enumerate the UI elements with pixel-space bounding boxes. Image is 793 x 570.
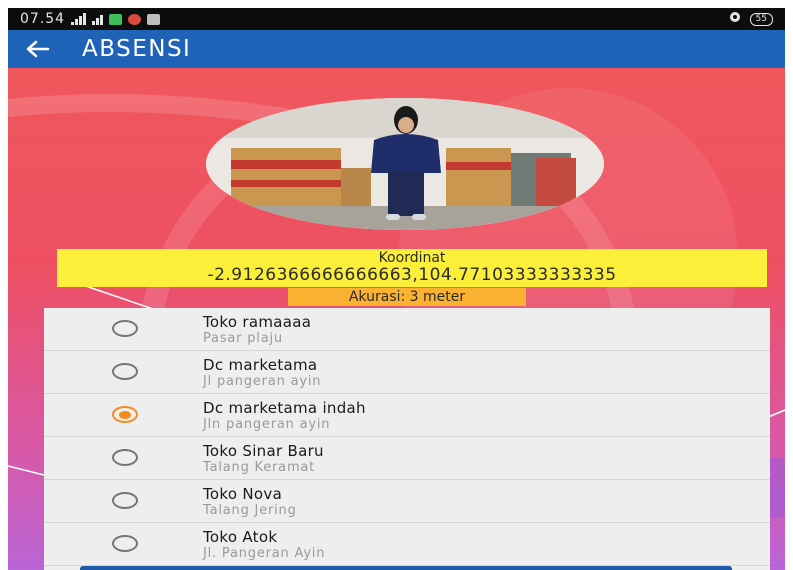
list-item[interactable]: Toko Atok Jl. Pangeran Ayin	[44, 523, 770, 566]
list-item[interactable]: Toko Nova Talang Jering	[44, 480, 770, 523]
store-name: Toko Atok	[203, 528, 278, 546]
radio-button-selected[interactable]	[112, 406, 138, 423]
location-icon	[728, 11, 742, 27]
phone-screen: 07.54 55 ABSENSI Koordinat -2.9126366666…	[8, 8, 785, 570]
radio-button[interactable]	[112, 363, 138, 380]
store-name: Toko ramaaaa	[203, 313, 312, 331]
store-name: Toko Nova	[203, 485, 283, 503]
coordinate-label: Koordinat	[378, 250, 446, 266]
radio-button[interactable]	[112, 492, 138, 509]
store-address: Jl pangeran ayin	[203, 374, 322, 389]
submit-button[interactable]	[80, 566, 732, 570]
radio-button[interactable]	[112, 535, 138, 552]
battery-icon: 55	[749, 12, 773, 26]
notification-app-icon	[128, 13, 142, 25]
accuracy-badge: Akurasi: 3 meter	[288, 288, 526, 306]
gallery-icon	[147, 13, 161, 25]
radio-button[interactable]	[112, 320, 138, 337]
store-name: Toko Sinar Baru	[203, 442, 324, 460]
list-item[interactable]: Toko Sinar Baru Talang Keramat	[44, 437, 770, 480]
store-address: Jln pangeran ayin	[203, 417, 331, 432]
list-item[interactable]: Dc marketama Jl pangeran ayin	[44, 351, 770, 394]
store-address: Pasar plaju	[203, 331, 283, 346]
store-address: Jl. Pangeran Ayin	[203, 546, 326, 561]
profile-photo	[206, 98, 604, 230]
store-radio-list: Toko ramaaaa Pasar plaju Dc marketama Jl…	[44, 308, 770, 570]
main-content: Koordinat -2.9126366666666663,104.771033…	[8, 68, 785, 570]
list-item[interactable]: Dc marketama indah Jln pangeran ayin	[44, 394, 770, 437]
store-address: Talang Keramat	[203, 460, 316, 475]
page-title: ABSENSI	[82, 36, 192, 62]
store-name: Dc marketama indah	[203, 399, 366, 417]
app-bar: ABSENSI	[8, 30, 785, 68]
status-time: 07.54	[20, 11, 66, 27]
signal-4g-icon	[92, 13, 104, 25]
back-arrow-icon[interactable]	[8, 30, 68, 68]
coordinate-box: Koordinat -2.9126366666666663,104.771033…	[57, 249, 767, 287]
list-item[interactable]: Toko ramaaaa Pasar plaju	[44, 308, 770, 351]
radio-button[interactable]	[112, 449, 138, 466]
signal-icon	[71, 13, 87, 25]
status-bar: 07.54 55	[8, 8, 785, 30]
status-right: 55	[728, 11, 773, 27]
whatsapp-icon	[109, 13, 123, 25]
store-address: Talang Jering	[203, 503, 297, 518]
coordinate-value: -2.9126366666666663,104.77103333333335	[207, 265, 617, 285]
store-name: Dc marketama	[203, 356, 318, 374]
status-left: 07.54	[20, 11, 161, 27]
